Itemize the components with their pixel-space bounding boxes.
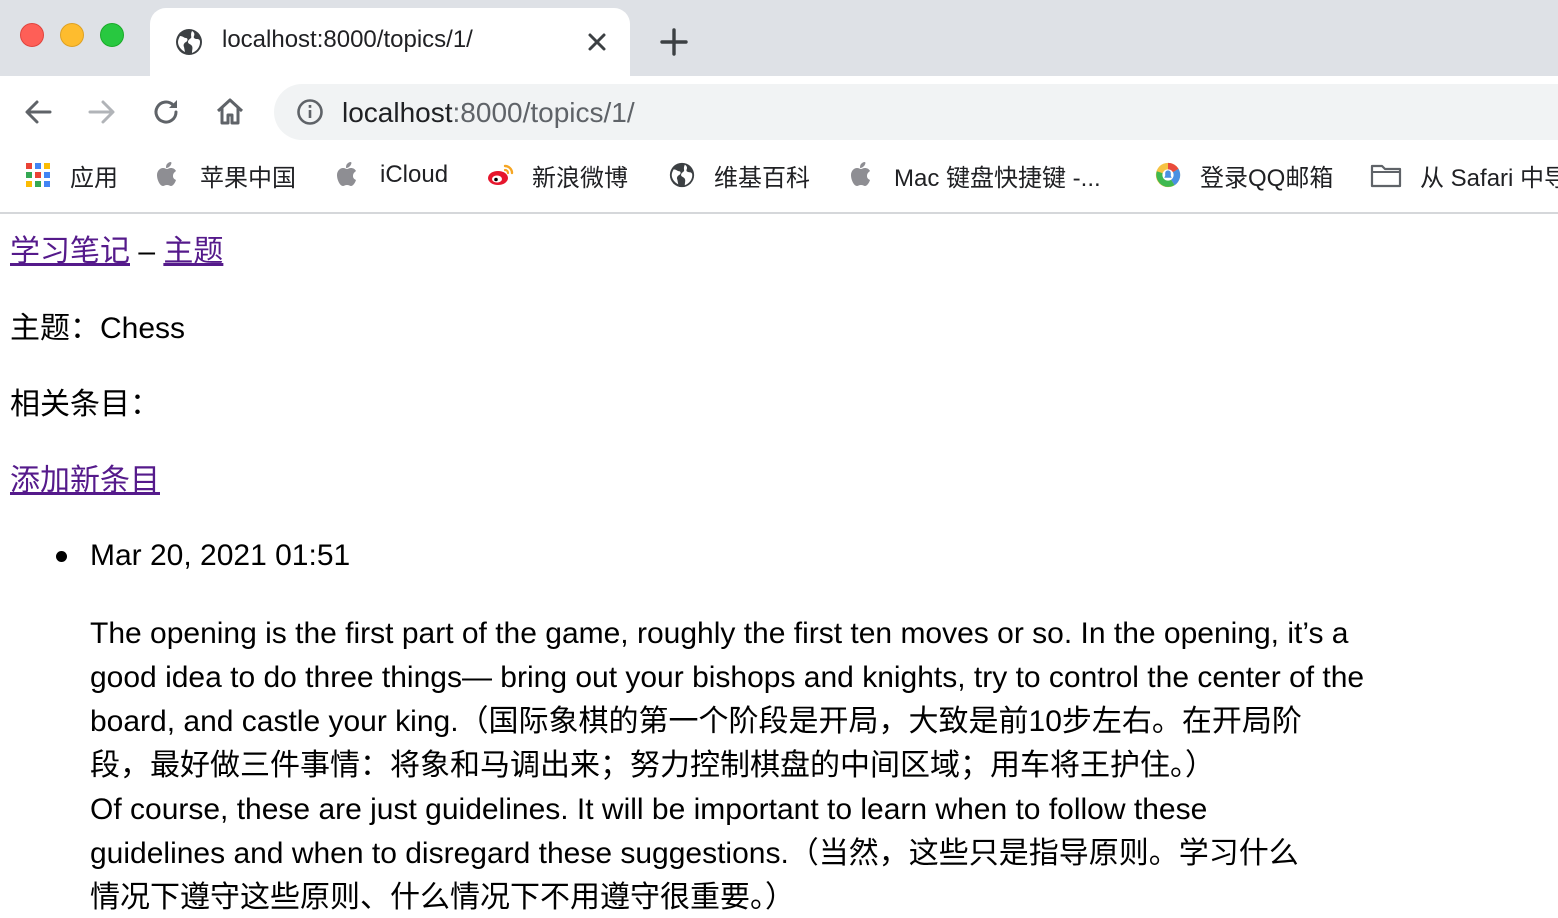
bookmark-weibo[interactable]: 新浪微博 [486, 160, 628, 192]
apple-icon [157, 162, 176, 186]
bookmark-apps[interactable]: 应用 [24, 160, 118, 192]
toolbar: localhost:8000/topics/1/ [0, 76, 1558, 148]
home-icon[interactable] [214, 96, 246, 128]
entry-text-line: Of course, these are just guidelines. It… [90, 793, 1208, 826]
breadcrumb: 学习笔记 – 主题 [10, 234, 223, 270]
list-bullet [56, 551, 67, 562]
entry-text-line: 段，最好做三件事情：将象和马调出来；努力控制棋盘的中间区域；用车将王护住。） [90, 749, 1215, 782]
close-icon[interactable] [582, 27, 612, 57]
zoom-window-button[interactable] [100, 23, 124, 47]
bookmarks-bar: 应用 苹果中国 iCloud 新浪微博 维基百科 Mac 键盘快捷键 -... … [0, 148, 1558, 214]
address-bar[interactable]: localhost:8000/topics/1/ [274, 84, 1558, 140]
apps-grid-icon [26, 163, 50, 187]
address-url[interactable]: localhost:8000/topics/1/ [342, 97, 635, 129]
entry-text-line: guidelines and when to disregard these s… [90, 837, 1299, 870]
reload-icon[interactable] [150, 96, 182, 128]
entry-text-line: The opening is the first part of the gam… [90, 617, 1349, 650]
bookmark-wikipedia[interactable]: 维基百科 [668, 160, 810, 192]
weibo-icon [488, 164, 514, 185]
url-path: :8000/topics/1/ [452, 97, 635, 128]
bookmark-label: 维基百科 [714, 164, 810, 192]
minimize-window-button[interactable] [60, 23, 84, 47]
forward-arrow-icon[interactable] [86, 96, 118, 128]
entry-text-line: board, and castle your king.（国际象棋的第一个阶段是… [90, 705, 1302, 738]
bookmark-label: 应用 [70, 164, 118, 192]
bookmark-label: 从 Safari 中导 [1420, 164, 1558, 192]
tab-strip: localhost:8000/topics/1/ [0, 0, 1558, 76]
globe-icon [669, 162, 695, 188]
url-host: localhost [342, 97, 453, 128]
browser-chrome: localhost:8000/topics/1/ localhost:8000/… [0, 0, 1558, 214]
bookmark-icloud[interactable]: iCloud [334, 160, 448, 190]
breadcrumb-separator: – [130, 235, 164, 268]
bookmark-label: 苹果中国 [200, 164, 296, 192]
bookmark-label: 新浪微博 [532, 164, 628, 192]
entries-heading: 相关条目： [10, 388, 160, 421]
qq-mail-icon [1155, 162, 1181, 188]
new-tab-icon[interactable] [658, 26, 690, 58]
bookmark-qq-mail[interactable]: 登录QQ邮箱 [1154, 160, 1334, 192]
bookmark-mac-shortcuts[interactable]: Mac 键盘快捷键 -... [848, 160, 1101, 192]
bookmark-label: 登录QQ邮箱 [1200, 164, 1334, 192]
apple-icon [337, 162, 356, 186]
bookmark-safari-folder[interactable]: 从 Safari 中导 [1370, 160, 1558, 192]
entry-text-line: good idea to do three things— bring out … [90, 661, 1365, 694]
bookmark-label: Mac 键盘快捷键 -... [894, 164, 1101, 192]
add-entry-link[interactable]: 添加新条目 [10, 464, 160, 497]
tab-title: localhost:8000/topics/1/ [222, 26, 473, 53]
entry-text: The opening is the first part of the gam… [90, 612, 1558, 918]
back-arrow-icon[interactable] [22, 96, 54, 128]
info-icon[interactable] [296, 98, 324, 126]
bookmark-label: iCloud [380, 161, 449, 188]
apple-icon [851, 162, 870, 186]
close-window-button[interactable] [20, 23, 44, 47]
active-tab[interactable]: localhost:8000/topics/1/ [150, 8, 630, 76]
home-link[interactable]: 学习笔记 [10, 235, 130, 268]
folder-icon [1370, 164, 1402, 188]
topic-heading: 主题：Chess [10, 312, 186, 345]
topics-link[interactable]: 主题 [163, 235, 223, 268]
bookmark-apple-china[interactable]: 苹果中国 [154, 160, 296, 192]
page-content: 学习笔记 – 主题 主题：Chess 相关条目： 添加新条目 Mar 20, 2… [0, 214, 1558, 918]
globe-icon [176, 29, 202, 55]
entry-date: Mar 20, 2021 01:51 [90, 539, 351, 572]
entry-text-line: 情况下遵守这些原则、什么情况下不用遵守很重要。） [90, 881, 795, 914]
